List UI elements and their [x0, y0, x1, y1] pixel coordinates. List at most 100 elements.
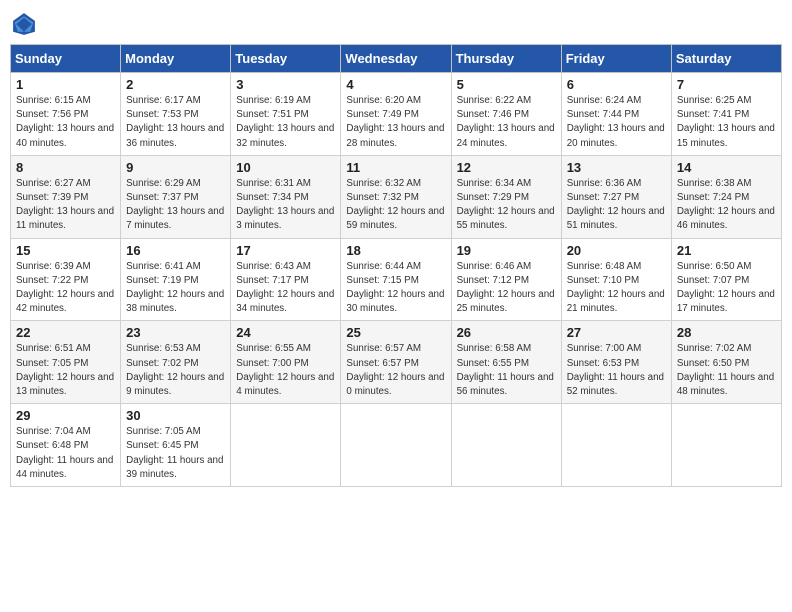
day-info: Sunrise: 6:39 AMSunset: 7:22 PMDaylight:…: [16, 260, 115, 317]
day-info: Sunrise: 6:48 AMSunset: 7:10 PMDaylight:…: [567, 260, 666, 317]
calendar-table: SundayMondayTuesdayWednesdayThursdayFrid…: [10, 44, 782, 487]
day-info: Sunrise: 6:53 AMSunset: 7:02 PMDaylight:…: [126, 342, 225, 399]
day-info: Sunrise: 6:41 AMSunset: 7:19 PMDaylight:…: [126, 260, 225, 317]
calendar-header-saturday: Saturday: [671, 45, 781, 73]
day-info: Sunrise: 6:24 AMSunset: 7:44 PMDaylight:…: [567, 94, 666, 151]
day-info: Sunrise: 6:17 AMSunset: 7:53 PMDaylight:…: [126, 94, 225, 151]
day-info: Sunrise: 6:50 AMSunset: 7:07 PMDaylight:…: [677, 260, 776, 317]
day-info: Sunrise: 6:32 AMSunset: 7:32 PMDaylight:…: [346, 177, 445, 234]
day-info: Sunrise: 6:46 AMSunset: 7:12 PMDaylight:…: [457, 260, 556, 317]
day-info: Sunrise: 6:34 AMSunset: 7:29 PMDaylight:…: [457, 177, 556, 234]
calendar-day-cell: 18 Sunrise: 6:44 AMSunset: 7:15 PMDayligh…: [341, 238, 451, 321]
day-info: Sunrise: 7:04 AMSunset: 6:48 PMDaylight:…: [16, 425, 115, 482]
calendar-day-cell: 5 Sunrise: 6:22 AMSunset: 7:46 PMDaylight…: [451, 73, 561, 156]
calendar-day-cell: 16 Sunrise: 6:41 AMSunset: 7:19 PMDayligh…: [121, 238, 231, 321]
page-header: [10, 10, 782, 38]
calendar-day-cell: 30Sunrise: 7:05 AMSunset: 6:45 PMDayligh…: [121, 404, 231, 487]
day-number: 20: [567, 243, 666, 258]
day-number: 11: [346, 160, 445, 175]
day-number: 15: [16, 243, 115, 258]
calendar-day-cell: 11 Sunrise: 6:32 AMSunset: 7:32 PMDayligh…: [341, 155, 451, 238]
calendar-day-cell: 1 Sunrise: 6:15 AMSunset: 7:56 PMDaylight…: [11, 73, 121, 156]
calendar-week-row: 22Sunrise: 6:51 AMSunset: 7:05 PMDayligh…: [11, 321, 782, 404]
calendar-day-cell: 12 Sunrise: 6:34 AMSunset: 7:29 PMDayligh…: [451, 155, 561, 238]
day-info: Sunrise: 6:36 AMSunset: 7:27 PMDaylight:…: [567, 177, 666, 234]
calendar-day-cell: 28Sunrise: 7:02 AMSunset: 6:50 PMDayligh…: [671, 321, 781, 404]
calendar-week-row: 29 Sunrise: 7:04 AMSunset: 6:48 PMDayligh…: [11, 404, 782, 487]
day-info: Sunrise: 6:31 AMSunset: 7:34 PMDaylight:…: [236, 177, 335, 234]
calendar-day-cell: 23 Sunrise: 6:53 AMSunset: 7:02 PMDayligh…: [121, 321, 231, 404]
day-info: Sunrise: 6:51 AMSunset: 7:05 PMDaylight:…: [16, 342, 115, 399]
day-number: 13: [567, 160, 666, 175]
calendar-day-cell: [451, 404, 561, 487]
day-info: Sunrise: 6:15 AMSunset: 7:56 PMDaylight:…: [16, 94, 115, 151]
calendar-day-cell: [231, 404, 341, 487]
day-number: 14: [677, 160, 776, 175]
day-info: Sunrise: 7:02 AMSunset: 6:50 PMDaylight:…: [677, 342, 776, 399]
calendar-day-cell: [341, 404, 451, 487]
calendar-day-cell: 24Sunrise: 6:55 AMSunset: 7:00 PMDayligh…: [231, 321, 341, 404]
day-number: 7: [677, 77, 776, 92]
calendar-day-cell: 27Sunrise: 7:00 AMSunset: 6:53 PMDayligh…: [561, 321, 671, 404]
day-number: 21: [677, 243, 776, 258]
calendar-day-cell: 25 Sunrise: 6:57 AMSunset: 6:57 PMDayligh…: [341, 321, 451, 404]
day-number: 6: [567, 77, 666, 92]
day-number: 3: [236, 77, 335, 92]
calendar-day-cell: [671, 404, 781, 487]
calendar-day-cell: 7 Sunrise: 6:25 AMSunset: 7:41 PMDaylight…: [671, 73, 781, 156]
calendar-day-cell: 15 Sunrise: 6:39 AMSunset: 7:22 PMDayligh…: [11, 238, 121, 321]
calendar-day-cell: 29 Sunrise: 7:04 AMSunset: 6:48 PMDayligh…: [11, 404, 121, 487]
day-info: Sunrise: 6:43 AMSunset: 7:17 PMDaylight:…: [236, 260, 335, 317]
day-number: 16: [126, 243, 225, 258]
calendar-header-wednesday: Wednesday: [341, 45, 451, 73]
calendar-day-cell: 6 Sunrise: 6:24 AMSunset: 7:44 PMDaylight…: [561, 73, 671, 156]
calendar-week-row: 8 Sunrise: 6:27 AMSunset: 7:39 PMDaylight…: [11, 155, 782, 238]
day-number: 23: [126, 325, 225, 340]
day-number: 9: [126, 160, 225, 175]
day-number: 2: [126, 77, 225, 92]
calendar-day-cell: 9Sunrise: 6:29 AMSunset: 7:37 PMDaylight…: [121, 155, 231, 238]
day-number: 5: [457, 77, 556, 92]
day-info: Sunrise: 6:57 AMSunset: 6:57 PMDaylight:…: [346, 342, 445, 399]
day-info: Sunrise: 6:22 AMSunset: 7:46 PMDaylight:…: [457, 94, 556, 151]
day-number: 19: [457, 243, 556, 258]
day-info: Sunrise: 6:38 AMSunset: 7:24 PMDaylight:…: [677, 177, 776, 234]
day-number: 10: [236, 160, 335, 175]
calendar-week-row: 15 Sunrise: 6:39 AMSunset: 7:22 PMDayligh…: [11, 238, 782, 321]
day-info: Sunrise: 6:27 AMSunset: 7:39 PMDaylight:…: [16, 177, 115, 234]
calendar-day-cell: 3Sunrise: 6:19 AMSunset: 7:51 PMDaylight…: [231, 73, 341, 156]
day-number: 29: [16, 408, 115, 423]
day-info: Sunrise: 6:44 AMSunset: 7:15 PMDaylight:…: [346, 260, 445, 317]
day-number: 18: [346, 243, 445, 258]
day-number: 1: [16, 77, 115, 92]
calendar-header-row: SundayMondayTuesdayWednesdayThursdayFrid…: [11, 45, 782, 73]
logo-icon: [10, 10, 38, 38]
calendar-day-cell: 2 Sunrise: 6:17 AMSunset: 7:53 PMDaylight…: [121, 73, 231, 156]
day-number: 24: [236, 325, 335, 340]
day-number: 8: [16, 160, 115, 175]
day-number: 25: [346, 325, 445, 340]
calendar-week-row: 1 Sunrise: 6:15 AMSunset: 7:56 PMDaylight…: [11, 73, 782, 156]
calendar-day-cell: 10 Sunrise: 6:31 AMSunset: 7:34 PMDayligh…: [231, 155, 341, 238]
calendar-header-sunday: Sunday: [11, 45, 121, 73]
day-number: 12: [457, 160, 556, 175]
calendar-day-cell: [561, 404, 671, 487]
day-number: 17: [236, 243, 335, 258]
calendar-day-cell: 26 Sunrise: 6:58 AMSunset: 6:55 PMDayligh…: [451, 321, 561, 404]
calendar-header-friday: Friday: [561, 45, 671, 73]
calendar-day-cell: 17 Sunrise: 6:43 AMSunset: 7:17 PMDayligh…: [231, 238, 341, 321]
calendar-day-cell: 21 Sunrise: 6:50 AMSunset: 7:07 PMDayligh…: [671, 238, 781, 321]
calendar-day-cell: 14 Sunrise: 6:38 AMSunset: 7:24 PMDayligh…: [671, 155, 781, 238]
calendar-day-cell: 4Sunrise: 6:20 AMSunset: 7:49 PMDaylight…: [341, 73, 451, 156]
day-info: Sunrise: 7:00 AMSunset: 6:53 PMDaylight:…: [567, 342, 666, 399]
calendar-day-cell: 13 Sunrise: 6:36 AMSunset: 7:27 PMDayligh…: [561, 155, 671, 238]
calendar-header-monday: Monday: [121, 45, 231, 73]
day-info: Sunrise: 6:25 AMSunset: 7:41 PMDaylight:…: [677, 94, 776, 151]
logo: [10, 10, 40, 38]
calendar-header-tuesday: Tuesday: [231, 45, 341, 73]
day-info: Sunrise: 6:58 AMSunset: 6:55 PMDaylight:…: [457, 342, 556, 399]
day-number: 26: [457, 325, 556, 340]
calendar-day-cell: 8 Sunrise: 6:27 AMSunset: 7:39 PMDaylight…: [11, 155, 121, 238]
calendar-day-cell: 19 Sunrise: 6:46 AMSunset: 7:12 PMDayligh…: [451, 238, 561, 321]
calendar-day-cell: 20 Sunrise: 6:48 AMSunset: 7:10 PMDayligh…: [561, 238, 671, 321]
